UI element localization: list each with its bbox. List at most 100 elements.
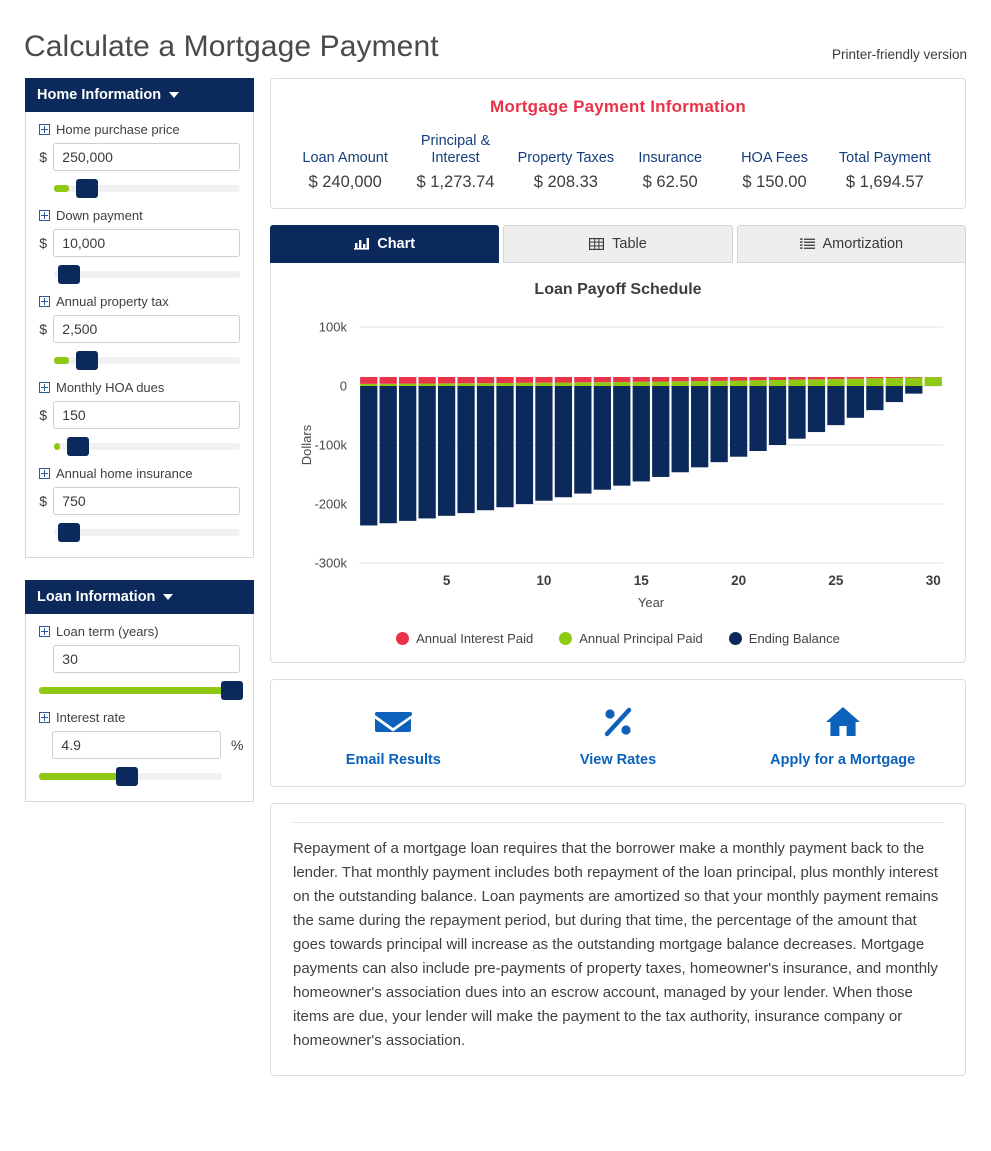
percent-symbol: %: [231, 737, 244, 753]
field-down-payment: Down payment $: [39, 208, 240, 284]
description-text: Repayment of a mortgage loan requires th…: [293, 840, 939, 1050]
slider-down-payment[interactable]: [54, 265, 240, 284]
slider-handle[interactable]: [57, 265, 80, 284]
bar-annual-interest-paid: [399, 377, 417, 384]
bar-annual-principal-paid: [671, 381, 689, 387]
chart-bar-group: [729, 377, 748, 457]
summary-item-value: $ 1,273.74: [416, 173, 495, 192]
bar-annual-principal-paid: [437, 383, 456, 387]
input-row: $: [39, 401, 240, 429]
bar-annual-interest-paid: [768, 377, 787, 381]
chart-bar-group: [418, 377, 436, 519]
slider-handle[interactable]: [76, 351, 99, 370]
field-annual-property-tax: Annual property tax $: [39, 294, 240, 370]
slider-handle[interactable]: [115, 767, 138, 786]
slider-annual-home-insurance[interactable]: [54, 523, 240, 542]
bar-annual-interest-paid: [535, 377, 553, 383]
chart-bar-group: [846, 377, 865, 419]
slider-track[interactable]: [54, 529, 240, 536]
list-icon: [799, 237, 815, 251]
expand-plus-icon[interactable]: [39, 626, 50, 637]
sidebar: Home InformationHome purchase price$Down…: [25, 78, 254, 824]
chart-bar-group: [554, 377, 573, 498]
tab-table[interactable]: Table: [503, 225, 733, 264]
input-down-payment[interactable]: [53, 229, 240, 257]
input-row: [39, 645, 240, 673]
expand-plus-icon[interactable]: [39, 124, 50, 135]
expand-plus-icon[interactable]: [39, 712, 50, 723]
expand-plus-icon[interactable]: [39, 382, 50, 393]
field-label-text: Annual home insurance: [56, 466, 193, 481]
slider-loan-term-years[interactable]: [39, 681, 243, 700]
legend-color-swatch: [559, 632, 573, 646]
legend-item[interactable]: Annual Interest Paid: [396, 631, 533, 646]
chart-svg: 100k 0 -100k -200k -300k Dollars 5 10 15 20 25 30 Ye…: [299, 320, 943, 610]
expand-plus-icon[interactable]: [39, 296, 50, 307]
bar-annual-principal-paid: [379, 383, 397, 387]
panel-header-home-information[interactable]: Home Information: [25, 78, 254, 112]
x-axis-title: Year: [638, 595, 665, 610]
bar-annual-interest-paid: [827, 377, 845, 380]
action-view-rates[interactable]: View Rates: [506, 700, 731, 768]
slider-handle[interactable]: [67, 437, 90, 456]
input-row: $: [39, 487, 240, 515]
chart-title: Loan Payoff Schedule: [534, 281, 702, 299]
slider-handle[interactable]: [220, 681, 243, 700]
y-axis-title: Dollars: [299, 424, 314, 465]
slider-handle[interactable]: [76, 179, 99, 198]
expand-plus-icon[interactable]: [39, 468, 50, 479]
bar-ending-balance: [457, 386, 475, 514]
action-apply-for-a-mortgage[interactable]: Apply for a Mortgage: [730, 700, 955, 768]
bar-ending-balance: [554, 386, 573, 498]
summary-item-label: Loan Amount: [302, 150, 388, 167]
input-loan-term-years[interactable]: [53, 645, 240, 673]
action-label: Email Results: [345, 752, 441, 769]
slider-annual-property-tax[interactable]: [54, 351, 240, 370]
chart-bar-group: [807, 377, 826, 433]
slider-home-purchase-price[interactable]: [54, 179, 240, 198]
input-interest-rate[interactable]: [52, 731, 221, 759]
tab-chart[interactable]: Chart: [270, 225, 500, 264]
bar-ending-balance: [632, 386, 650, 482]
input-annual-property-tax[interactable]: [53, 315, 240, 343]
y-axis-tick-label: 0: [340, 379, 347, 394]
bar-ending-balance: [768, 386, 787, 446]
panel-header-loan-information[interactable]: Loan Information: [25, 580, 254, 614]
page-title: Calculate a Mortgage Payment: [24, 30, 439, 64]
printer-friendly-link[interactable]: Printer-friendly version: [832, 47, 967, 62]
chart-bar-group: [827, 377, 845, 426]
expand-plus-icon[interactable]: [39, 210, 50, 221]
chart-bar-group: [749, 377, 767, 452]
bar-annual-principal-paid: [846, 378, 865, 387]
summary-item-value: $ 240,000: [308, 173, 382, 192]
slider-handle[interactable]: [57, 523, 80, 542]
bar-annual-principal-paid: [476, 383, 495, 387]
field-label: Home purchase price: [39, 122, 240, 137]
currency-symbol: $: [39, 235, 48, 251]
input-home-purchase-price[interactable]: [53, 143, 240, 171]
bar-annual-principal-paid: [613, 382, 631, 387]
currency-symbol: $: [39, 149, 48, 165]
bar-annual-principal-paid: [593, 382, 611, 387]
input-annual-home-insurance[interactable]: [53, 487, 240, 515]
bar-annual-principal-paid: [788, 379, 806, 387]
chart-bar-group: [671, 377, 689, 473]
legend-item[interactable]: Ending Balance: [728, 631, 840, 647]
action-label: Apply for a Mortgage: [770, 752, 916, 769]
input-monthly-hoa-dues[interactable]: [53, 401, 240, 429]
chart-bar-group: [788, 377, 806, 439]
legend-item[interactable]: Annual Principal Paid: [559, 631, 703, 646]
slider-track[interactable]: [54, 271, 240, 278]
x-axis-tick-label: 30: [926, 573, 941, 588]
legend-label: Ending Balance: [748, 631, 840, 647]
slider-interest-rate[interactable]: [39, 767, 222, 786]
slider-fill: [54, 185, 69, 192]
slider-fill: [39, 773, 127, 780]
action-email-results[interactable]: Email Results: [281, 700, 506, 768]
tab-amortization[interactable]: Amortization: [736, 225, 966, 264]
tab-list: Chart Table Amortization: [270, 225, 966, 264]
slider-monthly-hoa-dues[interactable]: [54, 437, 240, 456]
field-label: Annual property tax: [39, 294, 240, 309]
field-label: Down payment: [39, 208, 240, 223]
chart-bar-group: [613, 377, 631, 486]
